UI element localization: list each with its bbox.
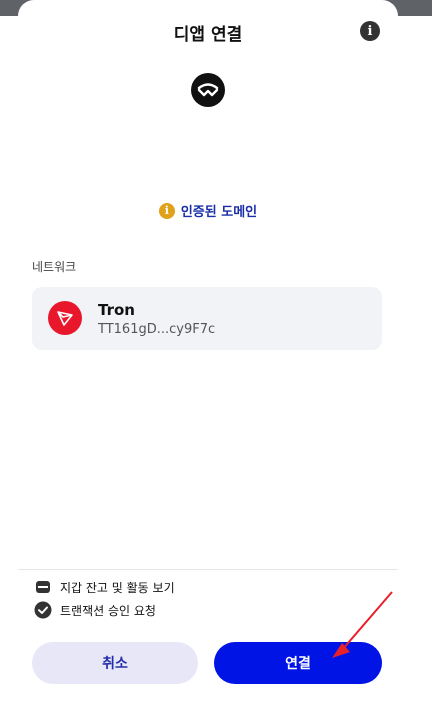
verified-domain-text: 인증된 도메인	[180, 205, 258, 220]
info-badge-icon: i	[158, 202, 175, 219]
list-item: 지갑 잔고 및 활동 보기	[34, 577, 175, 597]
tron-logo-icon	[48, 301, 82, 335]
cancel-button[interactable]: 취소	[32, 642, 198, 684]
check-circle-icon	[34, 601, 52, 619]
network-card: Tron TT161gD...cy9F7c	[32, 287, 382, 350]
permission-list: 지갑 잔고 및 활동 보기 트랜잭션 승인 요청	[34, 577, 175, 623]
walletconnect-logo-icon	[191, 73, 225, 107]
divider	[18, 569, 398, 570]
connect-button[interactable]: 연결	[214, 642, 382, 684]
info-icon[interactable]: i	[360, 21, 380, 41]
connect-dapp-sheet: 디앱 연결 i i 인증된 도메인 네트워크 Tron TT161gD...cy…	[18, 0, 398, 722]
permission-text: 지갑 잔고 및 활동 보기	[60, 580, 175, 595]
network-name: Tron	[98, 301, 135, 319]
page-title: 디앱 연결	[173, 25, 243, 45]
sheet-header: 디앱 연결 i	[18, 0, 398, 60]
network-label: 네트워크	[32, 260, 77, 274]
list-item: 트랜잭션 승인 요청	[34, 600, 175, 620]
permission-text: 트랜잭션 승인 요청	[60, 603, 156, 618]
verified-domain: i 인증된 도메인	[18, 201, 398, 220]
wallet-address: TT161gD...cy9F7c	[98, 322, 216, 337]
wallet-icon	[34, 578, 52, 596]
